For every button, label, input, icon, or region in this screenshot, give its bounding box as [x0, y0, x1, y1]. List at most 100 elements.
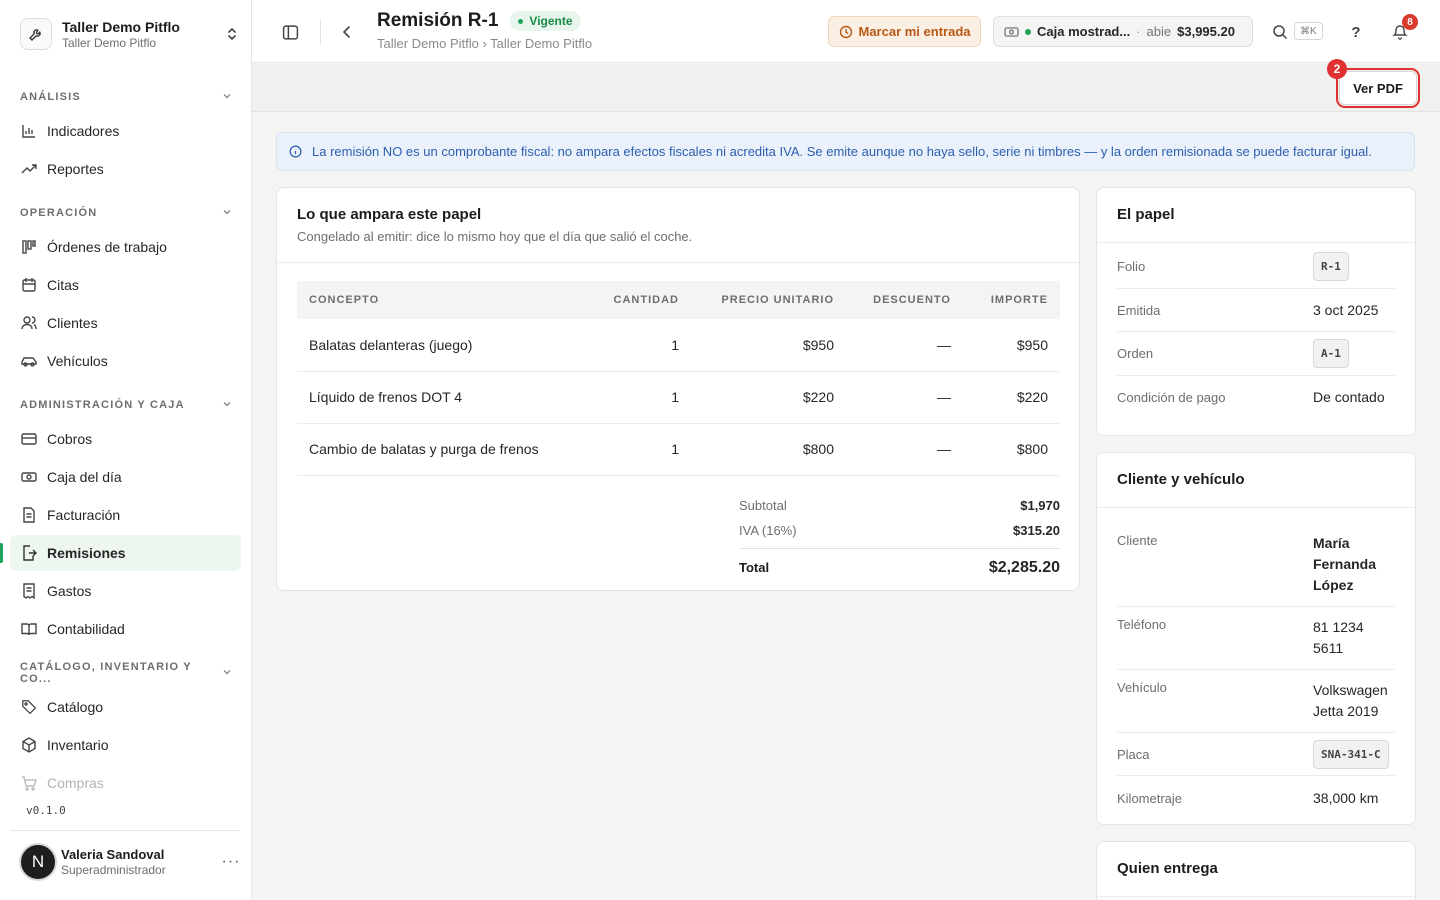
clock-in-button[interactable]: Marcar mi entrada [828, 16, 981, 47]
sidebar-item-label: Remisiones [47, 545, 126, 561]
paper-details: Folio R-1 Emitida 3 oct 2025 Orden A-1 C… [1117, 244, 1395, 419]
order-tag[interactable]: A-1 [1313, 339, 1349, 368]
trending-up-icon [20, 161, 37, 178]
cell-unit-price: $950 [691, 319, 846, 372]
sidebar-item-label: Indicadores [47, 123, 120, 139]
iva-label: IVA (16%) [739, 523, 797, 538]
column-header: CONCEPTO [297, 281, 587, 319]
phone-value: 81 1234 5611 [1313, 619, 1364, 656]
section-operacion[interactable]: OPERACIÓN [20, 205, 232, 221]
avatar: N [19, 843, 57, 881]
cell-unit-price: $800 [691, 423, 846, 476]
cash-register-amount: $3,995.20 [1177, 24, 1235, 39]
cell-concept: Líquido de frenos DOT 4 [297, 371, 587, 424]
book-open-icon [20, 621, 37, 638]
plate-label: Placa [1117, 746, 1150, 762]
total-row: Total $2,285.20 [739, 548, 1060, 582]
subtotal-value: $1,970 [1020, 498, 1060, 513]
cash-register-name: Caja mostrad... [1037, 24, 1131, 39]
credit-card-icon [20, 431, 37, 448]
sidebar-item-vehiculos[interactable]: Vehículos [10, 343, 241, 379]
org-switcher[interactable]: Taller Demo Pitflo Taller Demo Pitflo [20, 16, 240, 52]
subtotal-row: Subtotal $1,970 [739, 493, 1060, 518]
column-header: DESCUENTO [846, 281, 963, 319]
detail-row: Teléfono 81 1234 5611 [1117, 607, 1395, 670]
user-name: Valeria Sandoval [61, 847, 165, 862]
sidebar-item-cobros[interactable]: Cobros [10, 421, 241, 457]
items-table: CONCEPTO CANTIDAD PRECIO UNITARIO DESCUE… [297, 281, 1060, 476]
column-header: CANTIDAD [587, 281, 691, 319]
help-icon[interactable]: ? [1342, 18, 1370, 46]
detail-row: Cliente María Fernanda López [1117, 509, 1395, 607]
sidebar-item-label: Gastos [47, 583, 92, 599]
shopping-cart-icon [20, 775, 37, 792]
topbar: Remisión R-1 Vigente Taller Demo Pitflo … [252, 0, 1440, 63]
sidebar-toggle-icon[interactable] [276, 18, 304, 46]
cell-concept: Cambio de balatas y purga de frenos [297, 423, 587, 476]
sidebar-item-compras[interactable]: Compras [10, 765, 241, 801]
section-administracion[interactable]: ADMINISTRACIÓN Y CAJA [20, 397, 232, 413]
cell-discount: — [846, 423, 963, 476]
detail-row: Folio R-1 [1117, 244, 1395, 289]
back-chevron-icon[interactable] [333, 18, 361, 46]
section-title: ADMINISTRACIÓN Y CAJA [20, 399, 185, 411]
clock-icon [839, 25, 853, 39]
sidebar-item-ordenes[interactable]: Órdenes de trabajo [10, 229, 241, 265]
payment-label: Condición de pago [1117, 390, 1226, 405]
breadcrumb[interactable]: Taller Demo Pitflo › Taller Demo Pitflo [377, 36, 592, 51]
user-menu[interactable]: N Valeria Sandoval Superadministrador ··… [19, 842, 241, 882]
chevron-down-icon [222, 399, 232, 412]
vehicle-value[interactable]: Volkswagen Jetta 2019 [1313, 680, 1395, 732]
sidebar-item-reportes[interactable]: Reportes [10, 151, 241, 187]
sidebar-item-label: Compras [47, 775, 104, 791]
sidebar-item-inventario[interactable]: Inventario [10, 727, 241, 763]
order-label: Orden [1117, 346, 1154, 361]
detail-row: Orden A-1 [1117, 332, 1395, 376]
total-label: Total [739, 560, 770, 575]
tag-icon [20, 699, 37, 716]
sidebar-item-facturacion[interactable]: Facturación [10, 497, 241, 533]
separator: · [1136, 24, 1141, 39]
table-row: Cambio de balatas y purga de frenos 1 $8… [297, 423, 1060, 476]
card-title: Cliente y vehículo [1117, 471, 1245, 488]
phone-label: Teléfono [1117, 617, 1167, 632]
cell-quantity: 1 [587, 423, 691, 476]
wrench-icon [20, 18, 52, 50]
column-header: PRECIO UNITARIO [691, 281, 846, 319]
cell-amount: $950 [963, 319, 1060, 372]
view-pdf-button[interactable]: Ver PDF [1336, 68, 1420, 108]
cell-quantity: 1 [587, 319, 691, 372]
sidebar-item-catalogo[interactable]: Catálogo [10, 689, 241, 725]
section-analisis[interactable]: ANÁLISIS [20, 89, 232, 105]
banner-text: La remisión NO es un comprobante fiscal:… [312, 144, 1372, 159]
cell-quantity: 1 [587, 371, 691, 424]
fiscal-info-banner: La remisión NO es un comprobante fiscal:… [276, 132, 1415, 171]
vehicle-label: Vehículo [1117, 680, 1167, 695]
client-label: Cliente [1117, 533, 1158, 548]
more-horizontal-icon[interactable]: ··· [221, 853, 241, 871]
cash-register-button[interactable]: Caja mostrad... · abie $3,995.20 [993, 16, 1253, 47]
cell-concept: Balatas delanteras (juego) [297, 319, 587, 372]
kanban-icon [20, 239, 37, 256]
notification-count-badge: 8 [1402, 14, 1418, 30]
chevron-down-icon [222, 667, 232, 680]
sidebar-item-clientes[interactable]: Clientes [10, 305, 241, 341]
sidebar-item-gastos[interactable]: Gastos [10, 573, 241, 609]
card-subtitle: Congelado al emitir: dice lo mismo hoy q… [297, 229, 693, 244]
search-icon[interactable] [1266, 18, 1294, 46]
sidebar-item-citas[interactable]: Citas [10, 267, 241, 303]
sidebar-item-contabilidad[interactable]: Contabilidad [10, 611, 241, 647]
client-value[interactable]: María Fernanda López [1313, 533, 1395, 606]
sidebar-item-label: Clientes [47, 315, 98, 331]
sidebar-item-caja-del-dia[interactable]: Caja del día [10, 459, 241, 495]
paper-card: El papel Folio R-1 Emitida 3 oct 2025 Or… [1096, 187, 1416, 436]
sidebar-item-indicadores[interactable]: Indicadores [10, 113, 241, 149]
detail-row: Emitida 3 oct 2025 [1117, 289, 1395, 332]
detail-row: Condición de pago De contado [1117, 376, 1395, 419]
issued-value: 3 oct 2025 [1313, 301, 1379, 318]
section-catalogo[interactable]: CATÁLOGO, INVENTARIO Y CO... [20, 661, 232, 685]
sidebar-item-remisiones[interactable]: Remisiones [10, 535, 241, 571]
km-value: 38,000 km [1313, 790, 1379, 806]
info-icon [289, 145, 302, 158]
section-title: OPERACIÓN [20, 207, 98, 219]
